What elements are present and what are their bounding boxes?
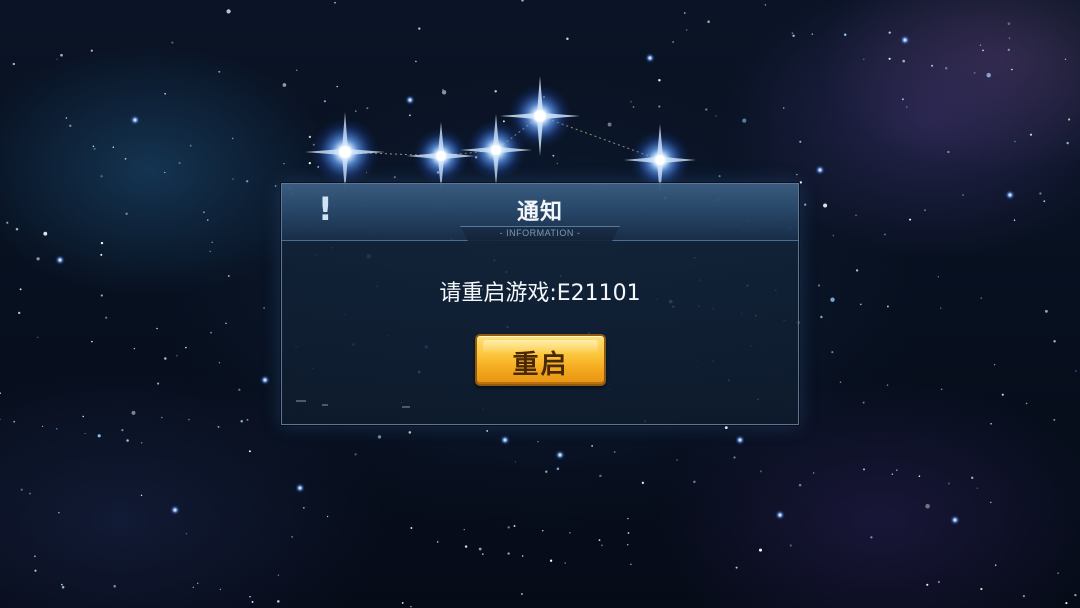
- notice-dialog: ! 通知 - INFORMATION - 请重启游戏:E21101 重启: [281, 183, 799, 425]
- panel-divider: [322, 404, 328, 406]
- restart-button[interactable]: 重启: [475, 334, 606, 386]
- panel-divider: [402, 406, 410, 408]
- constellation-star: [305, 112, 385, 192]
- constellation-star: [407, 122, 475, 190]
- dialog-subtitle: - INFORMATION -: [499, 228, 581, 238]
- panel-divider: [296, 400, 306, 402]
- dialog-header: ! 通知 - INFORMATION -: [282, 184, 798, 241]
- subtitle-plate: - INFORMATION -: [460, 226, 620, 241]
- restart-button-label: 重启: [512, 350, 569, 380]
- game-background: ! 通知 - INFORMATION - 请重启游戏:E21101 重启: [0, 0, 1080, 608]
- dialog-title: 通知: [516, 200, 563, 225]
- dialog-message: 请重启游戏:E21101: [439, 281, 641, 306]
